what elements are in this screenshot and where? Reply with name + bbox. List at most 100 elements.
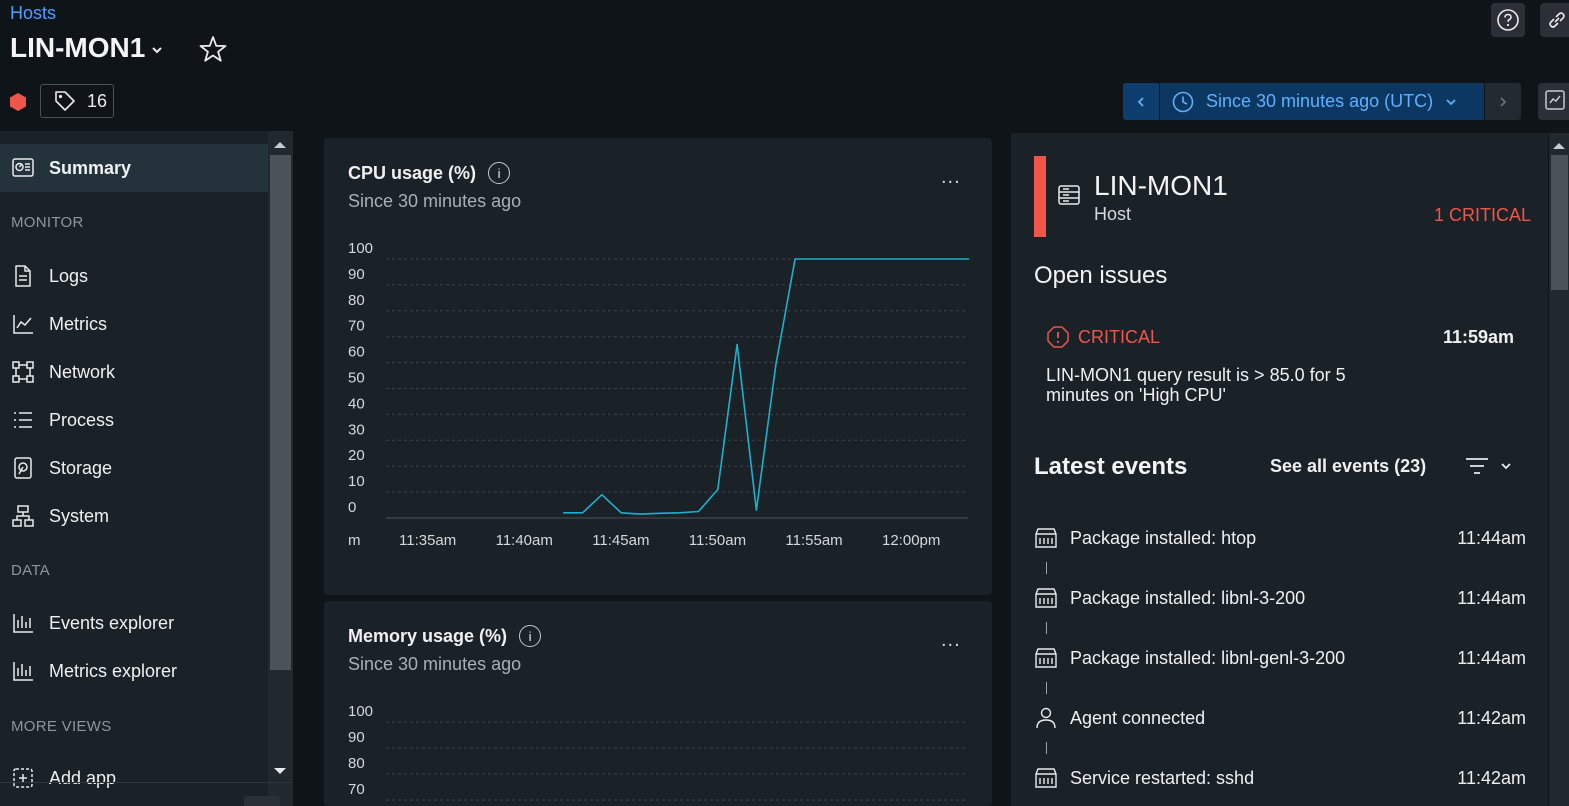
x-tick-label: 11:50am: [689, 532, 746, 549]
event-label: Package installed: htop: [1070, 527, 1257, 548]
sidebar-item-metrics-explorer[interactable]: Metrics explorer: [0, 647, 268, 695]
tag-count: 16: [87, 90, 108, 111]
sidebar-scroll-thumb[interactable]: [270, 155, 291, 670]
x-tick-label: 11:35am: [399, 532, 456, 549]
package-icon: [1035, 528, 1057, 548]
y-tick-label: 80: [348, 755, 365, 772]
tags-button[interactable]: 16: [40, 84, 114, 118]
list-icon: [14, 412, 32, 428]
event-label: Package installed: libnl-3-200: [1070, 587, 1306, 608]
x-tick-label: 11:40am: [496, 532, 553, 549]
y-tick-label: 70: [348, 318, 365, 335]
y-tick-label: 60: [348, 344, 365, 361]
y-tick-label: 90: [348, 266, 365, 283]
critical-status-bar: [1034, 156, 1046, 237]
help-button[interactable]: [1491, 3, 1525, 37]
event-item[interactable]: Agent connected 11:42am: [1034, 706, 1526, 730]
event-label: Package installed: libnl-genl-3-200: [1070, 647, 1346, 668]
sidebar-item-process[interactable]: Process: [0, 396, 268, 444]
sidebar-item-label: Logs: [49, 265, 89, 286]
sidebar-item-storage[interactable]: Storage: [0, 444, 268, 492]
sidebar-item-metrics[interactable]: Metrics: [0, 300, 268, 348]
y-tick-label: 90: [348, 729, 365, 746]
time-range-select[interactable]: Since 30 minutes ago (UTC): [1160, 83, 1484, 120]
sidebar-item-label: Metrics: [49, 313, 107, 334]
sidebar-item-label: Summary: [49, 157, 132, 178]
sidebar-item-network[interactable]: Network: [0, 348, 268, 396]
sidebar-item-label: Metrics explorer: [49, 660, 178, 681]
alert-octagon-icon: [1047, 326, 1069, 348]
agent-icon: [1036, 707, 1056, 729]
summary-icon: [12, 158, 34, 177]
y-tick-label: 20: [348, 447, 365, 464]
time-next-button[interactable]: [1485, 83, 1521, 120]
sidebar-item-label: Network: [49, 361, 116, 382]
time-previous-button[interactable]: [1123, 83, 1159, 120]
star-icon[interactable]: [198, 32, 228, 66]
clock-icon: [1172, 91, 1194, 112]
sidebar-item-events-explorer[interactable]: Events explorer: [0, 599, 268, 647]
event-item[interactable]: Package installed: htop 11:44am: [1034, 526, 1526, 550]
entity-panel: LIN-MON1 Host 1 CRITICAL Open issues CRI…: [1011, 133, 1548, 806]
cpu-usage-card: CPU usage (%) i Since 30 minutes ago ...…: [324, 138, 992, 595]
entity-name[interactable]: LIN-MON1: [1094, 170, 1228, 202]
event-time: 11:44am: [1457, 647, 1526, 668]
x-tick-label: 11:45am: [592, 532, 649, 549]
latest-events-heading: Latest events: [1034, 453, 1188, 480]
y-tick-label: 30: [348, 421, 365, 438]
cpu-series-line: [563, 258, 969, 515]
help-icon: [1497, 9, 1519, 31]
event-item[interactable]: Package installed: libnl-genl-3-200 11:4…: [1034, 646, 1526, 670]
issue-item[interactable]: CRITICAL 11:59am LIN-MON1 query result i…: [1046, 325, 1514, 405]
chevron-down-icon: [1501, 463, 1511, 470]
link-icon: [1549, 12, 1565, 28]
issue-time: 11:59am: [1442, 326, 1514, 347]
sidebar-item-label: Storage: [49, 457, 113, 478]
event-label: Service restarted: sshd: [1070, 767, 1255, 788]
page-title[interactable]: LIN-MON1: [10, 32, 163, 64]
entity-name: LIN-MON1: [10, 32, 146, 63]
sidebar-item-summary[interactable]: Summary: [0, 144, 268, 192]
package-icon: [1035, 768, 1057, 788]
y-tick-label: 10: [348, 473, 365, 490]
sidebar-nav: Summary MONITOR Logs Metrics Network Pro…: [0, 131, 268, 806]
scroll-up-arrow-icon[interactable]: [273, 140, 287, 150]
y-tick-label: 80: [348, 292, 365, 309]
event-item[interactable]: Package installed: libnl-3-200 11:44am: [1034, 586, 1526, 610]
see-all-events-link[interactable]: See all events (23): [1270, 456, 1426, 477]
open-issues-heading: Open issues: [1034, 262, 1168, 289]
package-icon: [1035, 648, 1057, 668]
event-time: 11:44am: [1457, 527, 1526, 548]
memory-chart: 100 90 80 70: [348, 703, 968, 801]
sidebar-item-logs[interactable]: Logs: [0, 252, 268, 300]
time-range-label: Since 30 minutes ago (UTC): [1206, 91, 1434, 111]
y-tick-label: 100: [348, 703, 373, 720]
time-picker[interactable]: Since 30 minutes ago (UTC): [1123, 83, 1521, 120]
scroll-up-arrow-icon[interactable]: [1552, 141, 1566, 151]
tag-icon: [55, 91, 75, 111]
critical-status-icon: [10, 93, 26, 111]
network-icon: [12, 361, 34, 383]
sidebar-item-system[interactable]: System: [0, 492, 268, 540]
chevron-left-icon: [1137, 96, 1144, 107]
sidebar-item-add-app[interactable]: Add app: [0, 754, 268, 802]
chevron-down-icon[interactable]: [151, 44, 163, 56]
event-connector: [1046, 622, 1047, 634]
y-tick-label: 70: [348, 781, 365, 798]
event-time: 11:42am: [1457, 767, 1526, 788]
event-item[interactable]: Service restarted: sshd 11:42am: [1034, 766, 1526, 790]
dashboard-icon: [1545, 90, 1565, 110]
sidebar-divider: [0, 782, 293, 783]
breadcrumb-hosts[interactable]: Hosts: [10, 3, 56, 24]
panel-scroll-thumb[interactable]: [1551, 155, 1568, 290]
event-connector: [1046, 682, 1047, 694]
events-filter-button[interactable]: [1464, 455, 1512, 477]
alert-summary[interactable]: 1 CRITICAL: [1434, 205, 1531, 226]
sidebar-collapse-button[interactable]: [244, 796, 280, 806]
link-button[interactable]: [1540, 3, 1569, 37]
dashboard-add-button[interactable]: [1538, 83, 1569, 120]
scroll-down-arrow-icon[interactable]: [273, 766, 287, 776]
sidebar-item-label: System: [49, 505, 110, 526]
chevron-down-icon: [1446, 98, 1456, 105]
sidebar-section-data: DATA: [11, 562, 50, 579]
